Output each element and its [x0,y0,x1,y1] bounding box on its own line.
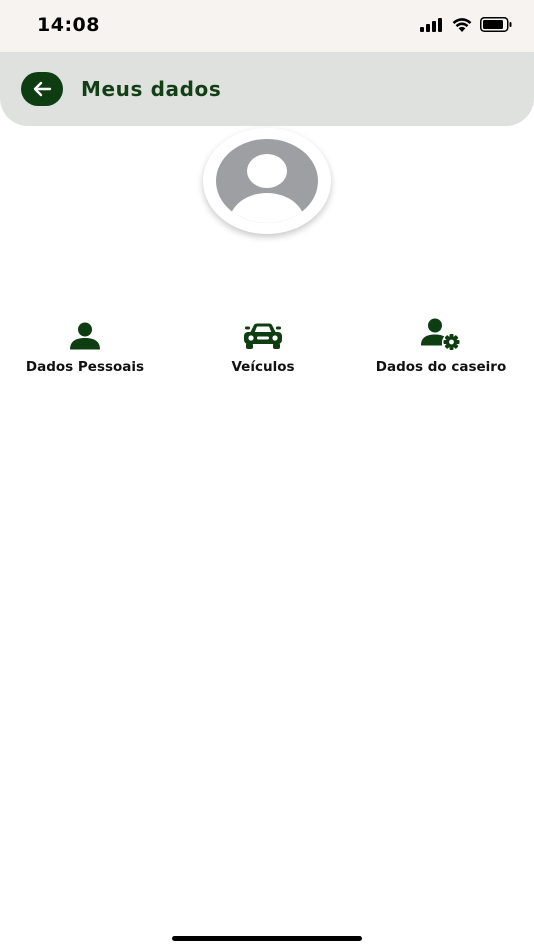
menu-item-label: Veículos [231,359,295,375]
wifi-icon [452,18,472,32]
avatar[interactable] [203,128,331,234]
arrow-left-icon [33,81,52,97]
back-button[interactable] [21,72,63,106]
car-icon [242,316,284,350]
status-time: 14:08 [37,14,100,36]
menu-item-label: Dados Pessoais [25,359,145,375]
menu-item-veiculos[interactable]: Veículos [178,316,348,382]
page-title: Meus dados [81,77,222,101]
battery-icon [480,17,512,32]
menu-item-dados-pessoais[interactable]: Dados Pessoais [0,316,170,382]
menu-item-dados-do-caseiro[interactable]: Dados do caseiro [356,316,526,382]
menu-item-label: Dados do caseiro [375,359,507,375]
status-bar: 14:08 [0,0,534,52]
home-indicator[interactable] [172,936,362,941]
person-icon [69,316,101,350]
header: Meus dados [0,52,534,126]
status-icons [420,17,512,32]
avatar-placeholder-icon [216,139,318,223]
person-gear-icon [421,316,461,350]
signal-icon [420,17,442,32]
